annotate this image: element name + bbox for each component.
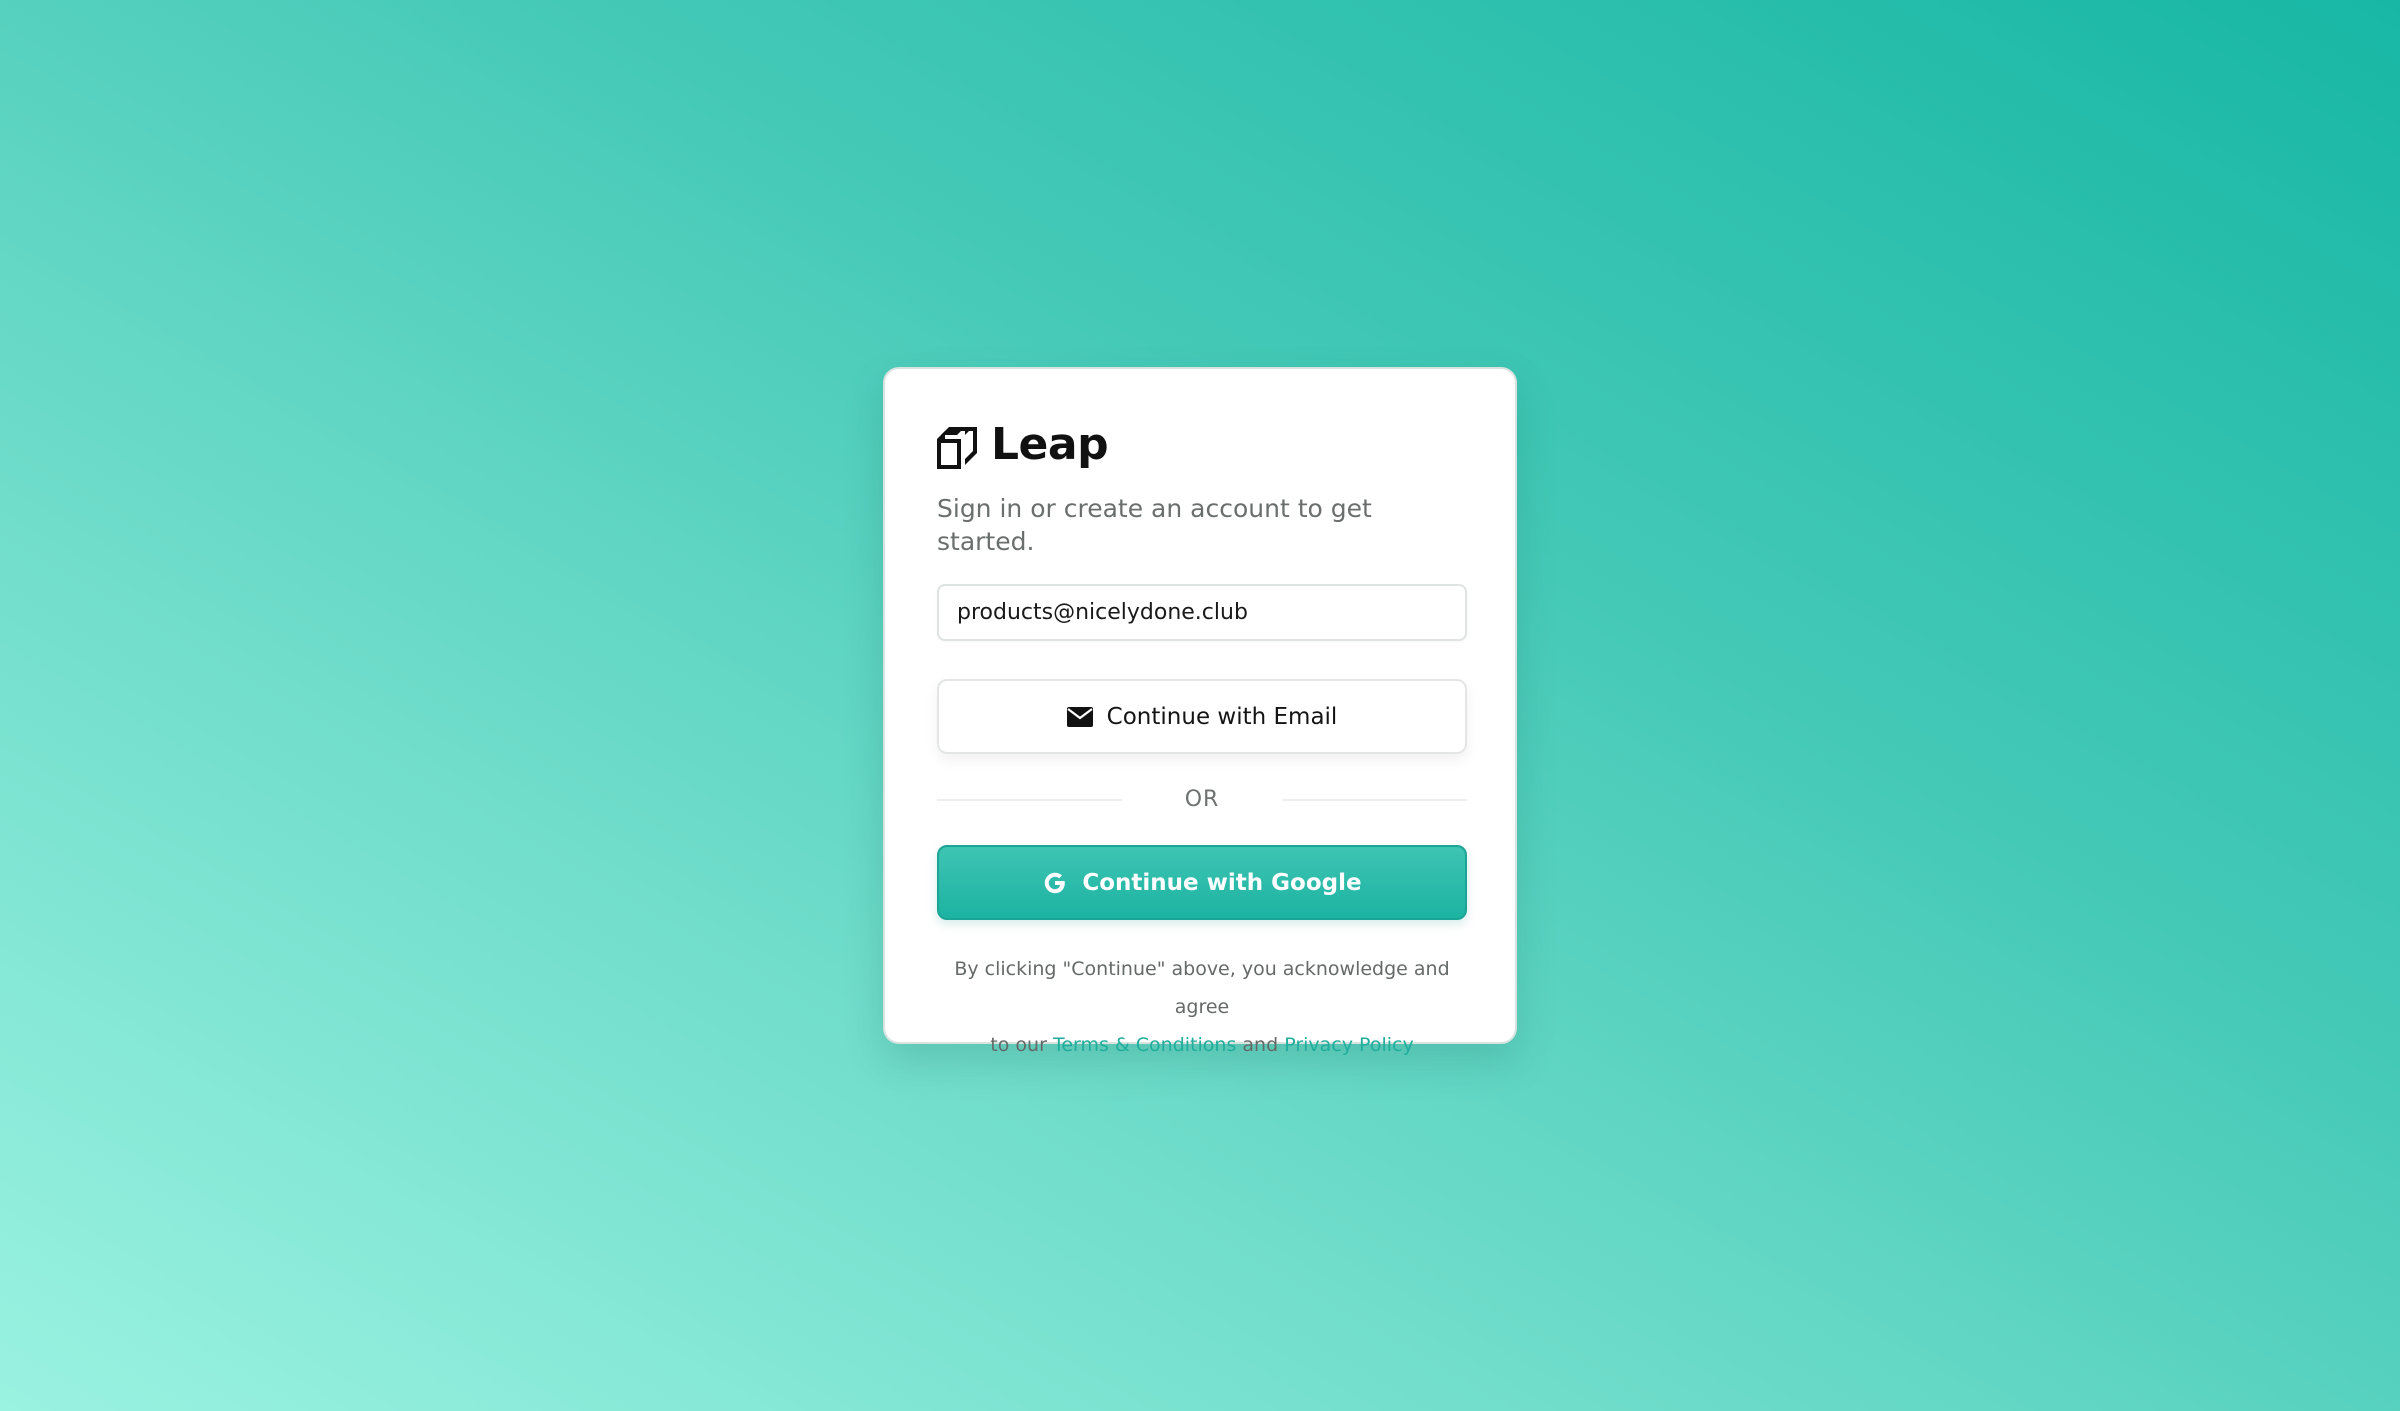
google-button-label: Continue with Google bbox=[1082, 869, 1362, 896]
continue-with-email-button[interactable]: Continue with Email bbox=[937, 679, 1467, 754]
terms-conditions-link[interactable]: Terms & Conditions bbox=[1053, 1034, 1236, 1056]
privacy-policy-link[interactable]: Privacy Policy bbox=[1284, 1034, 1413, 1056]
or-divider: OR bbox=[937, 787, 1467, 812]
sign-in-card: Leap Sign in or create an account to get… bbox=[883, 367, 1517, 1056]
legal-line-1: By clicking "Continue" above, you acknow… bbox=[954, 958, 1450, 1018]
brand-header: Leap bbox=[937, 415, 1463, 475]
legal-conjunction: and bbox=[1242, 1034, 1279, 1056]
email-button-label: Continue with Email bbox=[1106, 703, 1338, 730]
page-subtitle: Sign in or create an account to get star… bbox=[937, 494, 1372, 556]
google-icon bbox=[1042, 870, 1068, 896]
email-input[interactable] bbox=[937, 584, 1467, 641]
legal-notice: By clicking "Continue" above, you acknow… bbox=[937, 950, 1467, 1064]
divider-line-right bbox=[1282, 798, 1467, 801]
leap-logo-icon bbox=[937, 427, 977, 469]
divider-line-left bbox=[937, 798, 1122, 801]
mail-icon bbox=[1066, 706, 1093, 727]
legal-prefix: to our bbox=[990, 1034, 1047, 1056]
continue-with-google-button[interactable]: Continue with Google bbox=[937, 845, 1467, 920]
brand-name: Leap bbox=[991, 419, 1109, 470]
login-page: { "brand": { "name": "Leap", "logo_icon"… bbox=[0, 0, 2400, 1411]
or-label: OR bbox=[1184, 787, 1220, 812]
